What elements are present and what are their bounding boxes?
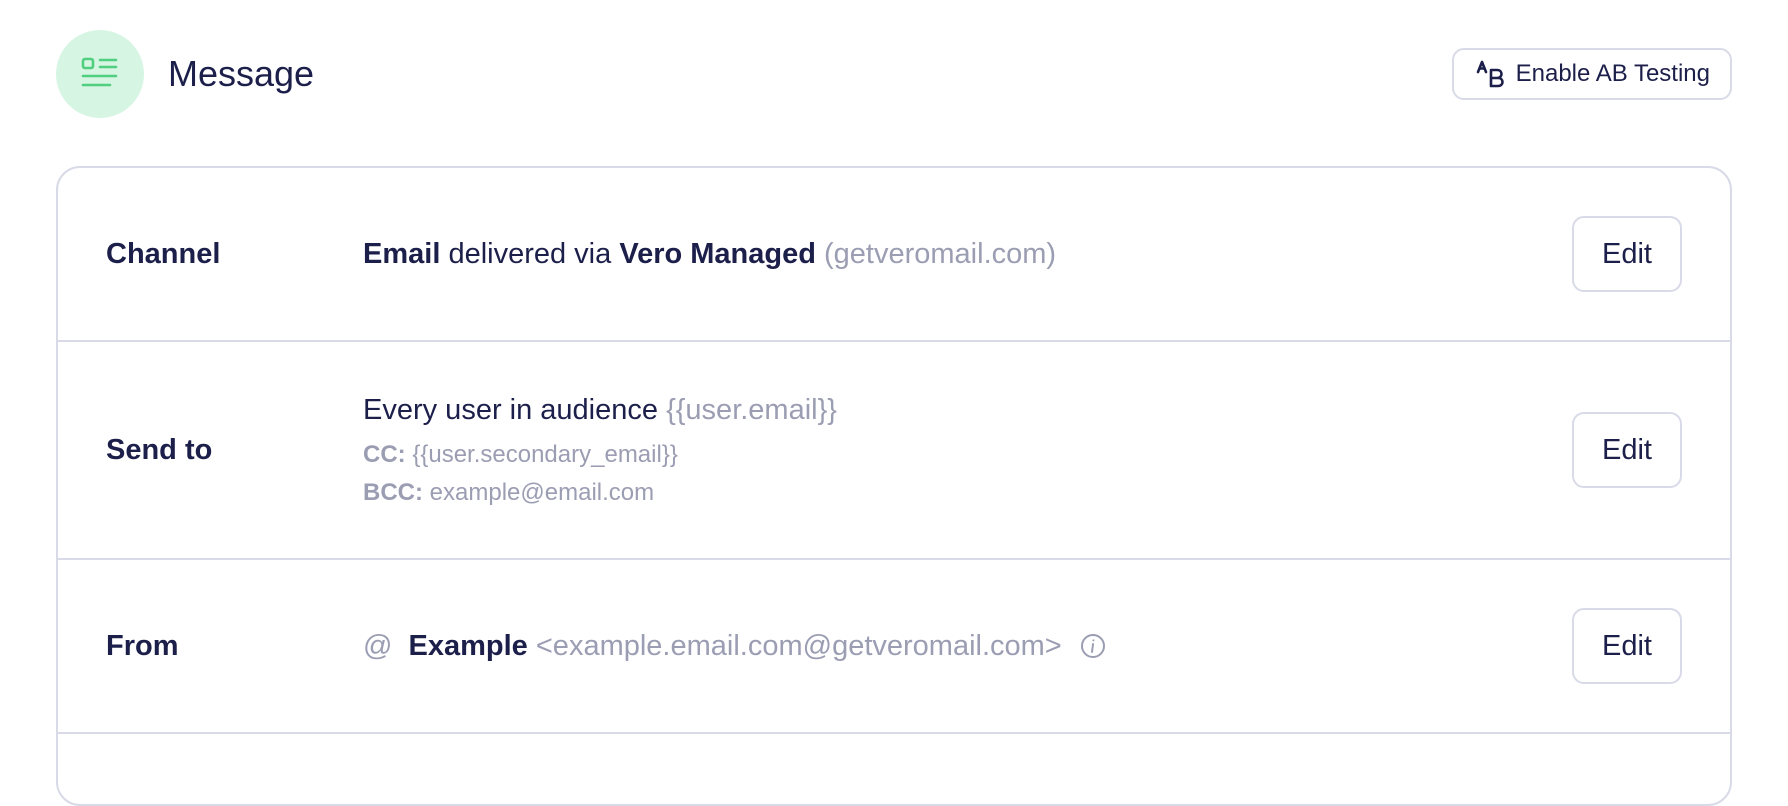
info-icon[interactable] — [1080, 633, 1106, 659]
channel-type: Email — [363, 237, 441, 270]
channel-domain: (getveromail.com) — [824, 237, 1057, 270]
channel-connector: delivered via — [448, 237, 612, 270]
bcc-line: BCC: example@email.com — [363, 479, 1572, 507]
cc-key: CC: — [363, 440, 406, 468]
sender-address: <example.email.com@getveromail.com> — [535, 629, 1062, 662]
sender-name: Example — [408, 629, 528, 662]
enable-ab-testing-button[interactable]: Enable AB Testing — [1451, 48, 1732, 100]
message-list-icon — [56, 30, 144, 118]
edit-from-button[interactable]: Edit — [1572, 608, 1682, 684]
at-sign-icon: @ — [363, 629, 393, 662]
send-to-row: Send to Every user in audience {{user.em… — [58, 342, 1730, 560]
message-settings-card: Channel Email delivered via Vero Managed… — [56, 166, 1732, 806]
recipient-variable: {{user.email}} — [666, 393, 837, 426]
channel-summary: Email delivered via Vero Managed (getver… — [363, 238, 1572, 271]
from-label: From — [106, 629, 179, 662]
ab-testing-icon — [1476, 59, 1506, 89]
channel-row: Channel Email delivered via Vero Managed… — [58, 168, 1730, 342]
cc-value: {{user.secondary_email}} — [412, 440, 678, 468]
channel-provider: Vero Managed — [619, 237, 816, 270]
cc-line: CC: {{user.secondary_email}} — [363, 441, 1572, 469]
page-title: Message — [168, 53, 315, 94]
bcc-key: BCC: — [363, 478, 423, 506]
channel-label: Channel — [106, 237, 221, 270]
audience-text: Every user in audience — [363, 393, 658, 426]
recipient-line: Every user in audience {{user.email}} — [363, 394, 1572, 427]
from-row: From @ Example <example.email.com@getver… — [58, 560, 1730, 734]
message-header: Message Enable AB Testing — [56, 30, 1732, 118]
edit-channel-button[interactable]: Edit — [1572, 216, 1682, 292]
edit-send-to-button[interactable]: Edit — [1572, 412, 1682, 488]
from-summary: @ Example <example.email.com@getveromail… — [363, 630, 1572, 663]
bcc-value: example@email.com — [429, 478, 655, 506]
enable-ab-testing-label: Enable AB Testing — [1515, 60, 1710, 87]
header-title-group: Message — [56, 30, 314, 118]
send-to-summary: Every user in audience {{user.email}} CC… — [363, 394, 1572, 507]
send-to-label: Send to — [106, 433, 213, 466]
